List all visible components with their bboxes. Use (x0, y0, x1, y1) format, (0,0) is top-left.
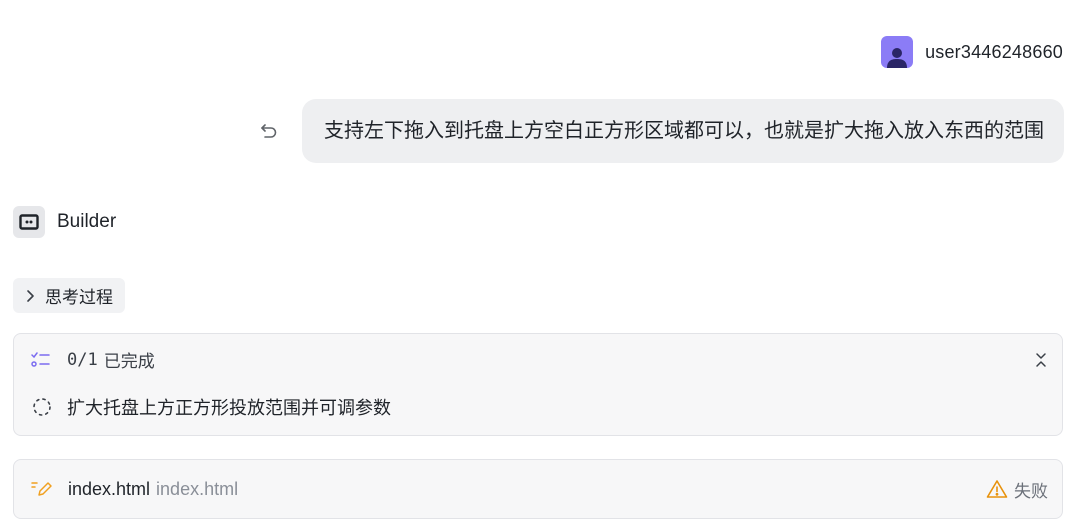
collapse-icon[interactable] (1034, 352, 1048, 368)
task-progress-label: 已完成 (103, 352, 155, 371)
file-name: index.html (68, 478, 151, 499)
checklist-icon (31, 351, 50, 367)
user-message-bubble: 支持左下拖入到托盘上方空白正方形区域都可以，也就是扩大拖入放入东西的范围 (302, 99, 1064, 163)
user-name: user3446248660 (925, 41, 1063, 62)
builder-icon (13, 206, 45, 238)
thinking-toggle[interactable]: 思考过程 (13, 278, 125, 313)
user-icon (887, 48, 908, 68)
file-status-label: 失败 (1014, 481, 1048, 501)
user-message-row: 支持左下拖入到托盘上方空白正方形区域都可以，也就是扩大拖入放入东西的范围 (256, 99, 1064, 163)
task-item-label: 扩大托盘上方正方形投放范围并可调参数 (67, 398, 391, 418)
thinking-label: 思考过程 (45, 288, 113, 307)
chevron-right-icon (27, 289, 34, 302)
task-progress-count: 0/1 (67, 349, 98, 370)
task-list-card: 0/1 已完成 扩大托盘上方正方形投放范围并可调参数 (13, 333, 1063, 436)
user-header: user3446248660 (881, 36, 1063, 68)
agent-name: Builder (57, 211, 117, 232)
pending-spinner-icon (33, 398, 51, 416)
warning-icon (986, 480, 1008, 498)
edit-icon (31, 482, 52, 496)
file-status: 失败 (986, 477, 1048, 502)
avatar (881, 36, 914, 68)
task-list-header: 0/1 已完成 (31, 347, 1048, 372)
agent-header: Builder (13, 206, 116, 238)
file-path: index.html (156, 478, 239, 499)
undo-icon[interactable] (256, 118, 282, 144)
chat-page: user3446248660 支持左下拖入到托盘上方空白正方形区域都可以，也就是… (0, 0, 1080, 532)
file-edit-card[interactable]: index.html index.html 失败 (13, 459, 1063, 519)
task-item: 扩大托盘上方正方形投放范围并可调参数 (31, 394, 391, 420)
